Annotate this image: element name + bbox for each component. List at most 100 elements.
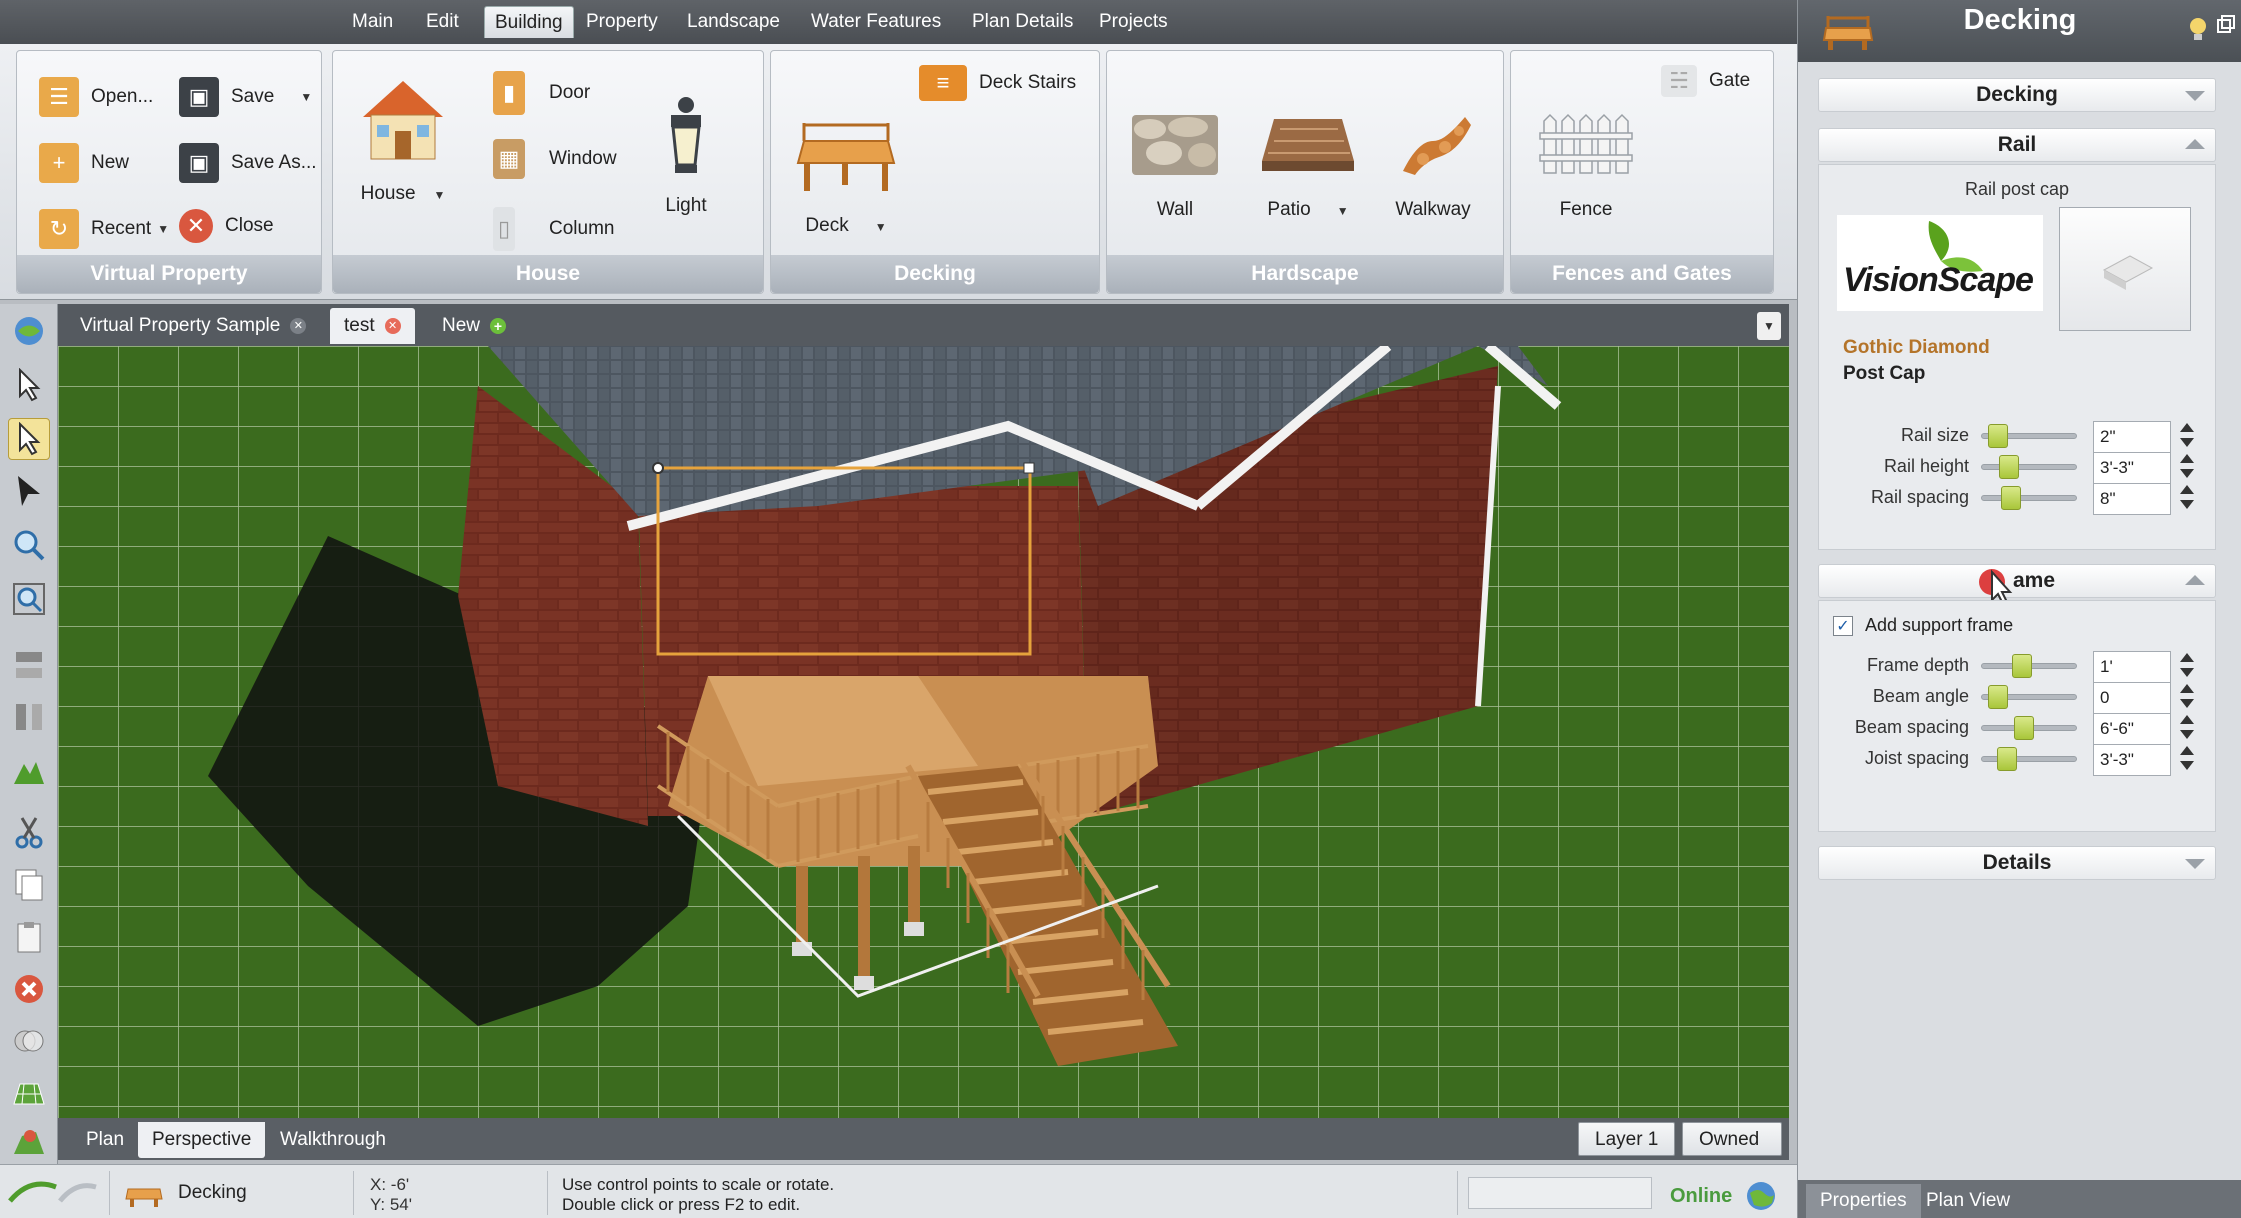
slider-track[interactable] [1981,685,2077,709]
spinner-icon[interactable] [2177,681,2197,715]
spinner-icon[interactable] [2177,743,2197,777]
deck-stairs-button[interactable]: ≡ Deck Stairs [919,65,1076,101]
terrain-icon[interactable] [8,750,50,792]
menu-edit[interactable]: Edit [416,6,469,38]
value-input[interactable]: 0 [2093,682,2171,714]
chevron-down-icon[interactable]: ▼ [434,188,446,202]
undo-icon[interactable] [0,1171,100,1211]
add-support-frame-checkbox[interactable]: ✓ Add support frame [1833,615,2013,636]
slider-thumb[interactable] [1987,424,2008,448]
column-button[interactable]: ▯ Column [493,207,614,251]
section-decking[interactable]: Decking [1818,78,2216,112]
menu-water-features[interactable]: Water Features [801,6,951,38]
window-button[interactable]: ▦ Window [493,139,617,179]
spinner-icon[interactable] [2177,482,2197,516]
menu-projects[interactable]: Projects [1089,6,1178,38]
door-button[interactable]: ▮ Door [493,71,590,115]
value-input[interactable]: 2" [2093,421,2171,453]
value-input[interactable]: 6'-6" [2093,713,2171,745]
new-button[interactable]: + New [39,143,129,183]
slider-thumb[interactable] [1987,685,2008,709]
slider-track[interactable] [1981,424,2077,448]
tab-perspective[interactable]: Perspective [138,1122,266,1158]
tab-walkthrough[interactable]: Walkthrough [266,1122,400,1158]
slider-thumb[interactable] [1999,455,2020,479]
distribute-icon[interactable] [8,696,50,738]
section-rail[interactable]: Rail [1818,128,2216,162]
close-tab-icon[interactable]: ✕ [384,317,401,334]
chevron-down-icon[interactable]: ▼ [157,222,169,236]
menu-main[interactable]: Main [342,6,403,38]
value-input[interactable]: 8" [2093,483,2171,515]
slider-track[interactable] [1981,747,2077,771]
restore-window-icon[interactable] [2216,14,2236,34]
globe-icon[interactable] [8,310,50,352]
house-button[interactable]: House ▼ [353,73,453,205]
menu-landscape[interactable]: Landscape [677,6,790,38]
select-tool-icon[interactable] [8,418,50,460]
section-details[interactable]: Details [1818,846,2216,880]
fence-button[interactable]: Fence [1531,111,1641,221]
menu-property[interactable]: Property [576,6,668,38]
chevron-down-icon[interactable]: ▼ [300,90,312,104]
slider-track[interactable] [1981,455,2077,479]
tab-properties[interactable]: Properties [1806,1184,1921,1218]
owned-selector[interactable]: Owned [1682,1122,1782,1156]
menu-plan-details[interactable]: Plan Details [962,6,1083,38]
chevron-down-icon[interactable]: ▼ [1337,204,1349,218]
slider-thumb[interactable] [2001,486,2022,510]
value-input[interactable]: 3'-3" [2093,744,2171,776]
tab-new[interactable]: New + [428,308,520,344]
checkbox-icon[interactable]: ✓ [1833,615,1853,636]
plus-icon[interactable]: + [490,317,507,334]
menu-building[interactable]: Building [484,6,574,38]
gate-button[interactable]: ☵ Gate [1661,65,1750,97]
spinner-icon[interactable] [2177,712,2197,746]
align-icon[interactable] [8,644,50,686]
render-icon[interactable] [8,1120,50,1162]
recent-button[interactable]: ↻ Recent ▼ [39,209,169,249]
paste-icon[interactable] [8,916,50,958]
walkway-button[interactable]: Walkway [1383,111,1483,221]
patio-button[interactable]: Patio ▼ [1253,111,1363,221]
chevron-down-icon[interactable]: ▼ [875,220,887,234]
slider-thumb[interactable] [1997,747,2018,771]
scissors-icon[interactable] [8,812,50,854]
copy-icon[interactable] [8,864,50,906]
tab-virtual-property-sample[interactable]: Virtual Property Sample ✕ [66,308,320,344]
post-cap-preview[interactable] [2059,207,2191,331]
spinner-icon[interactable] [2177,650,2197,684]
save-as-button[interactable]: ▣ Save As... [179,143,317,183]
close-button[interactable]: ✕ Close [179,209,274,243]
value-input[interactable]: 3'-3" [2093,452,2171,484]
slider-track[interactable] [1981,486,2077,510]
value-input[interactable]: 1' [2093,651,2171,683]
slider-thumb[interactable] [2011,654,2032,678]
3d-viewport[interactable] [58,346,1789,1118]
spinner-icon[interactable] [2177,420,2197,454]
layer-selector[interactable]: Layer 1 [1578,1122,1676,1156]
save-button[interactable]: ▣ Save ▼ [179,77,312,117]
zoom-extents-icon[interactable] [8,578,50,620]
point-edit-icon[interactable] [8,470,50,512]
lightbulb-icon[interactable] [2188,16,2208,44]
grid-icon[interactable] [8,1070,50,1112]
tab-plan-view[interactable]: Plan View [1912,1184,2024,1218]
boolean-icon[interactable] [8,1020,50,1062]
gate-icon: ☵ [1661,65,1697,97]
open-button[interactable]: ☰ Open... [39,77,153,117]
zoom-in-icon[interactable] [8,524,50,566]
close-tab-icon[interactable]: ✕ [290,317,307,334]
slider-track[interactable] [1981,716,2077,740]
slider-thumb[interactable] [2014,716,2035,740]
tab-test[interactable]: test ✕ [330,308,415,344]
delete-icon[interactable] [8,968,50,1010]
deck-button[interactable]: Deck ▼ [791,111,901,237]
spinner-icon[interactable] [2177,451,2197,485]
light-button[interactable]: Light [651,95,721,217]
wall-button[interactable]: Wall [1127,111,1223,221]
tab-list-dropdown[interactable]: ▼ [1757,312,1781,340]
slider-track[interactable] [1981,654,2077,678]
pointer-icon[interactable] [8,364,50,406]
tab-plan[interactable]: Plan [72,1122,138,1158]
